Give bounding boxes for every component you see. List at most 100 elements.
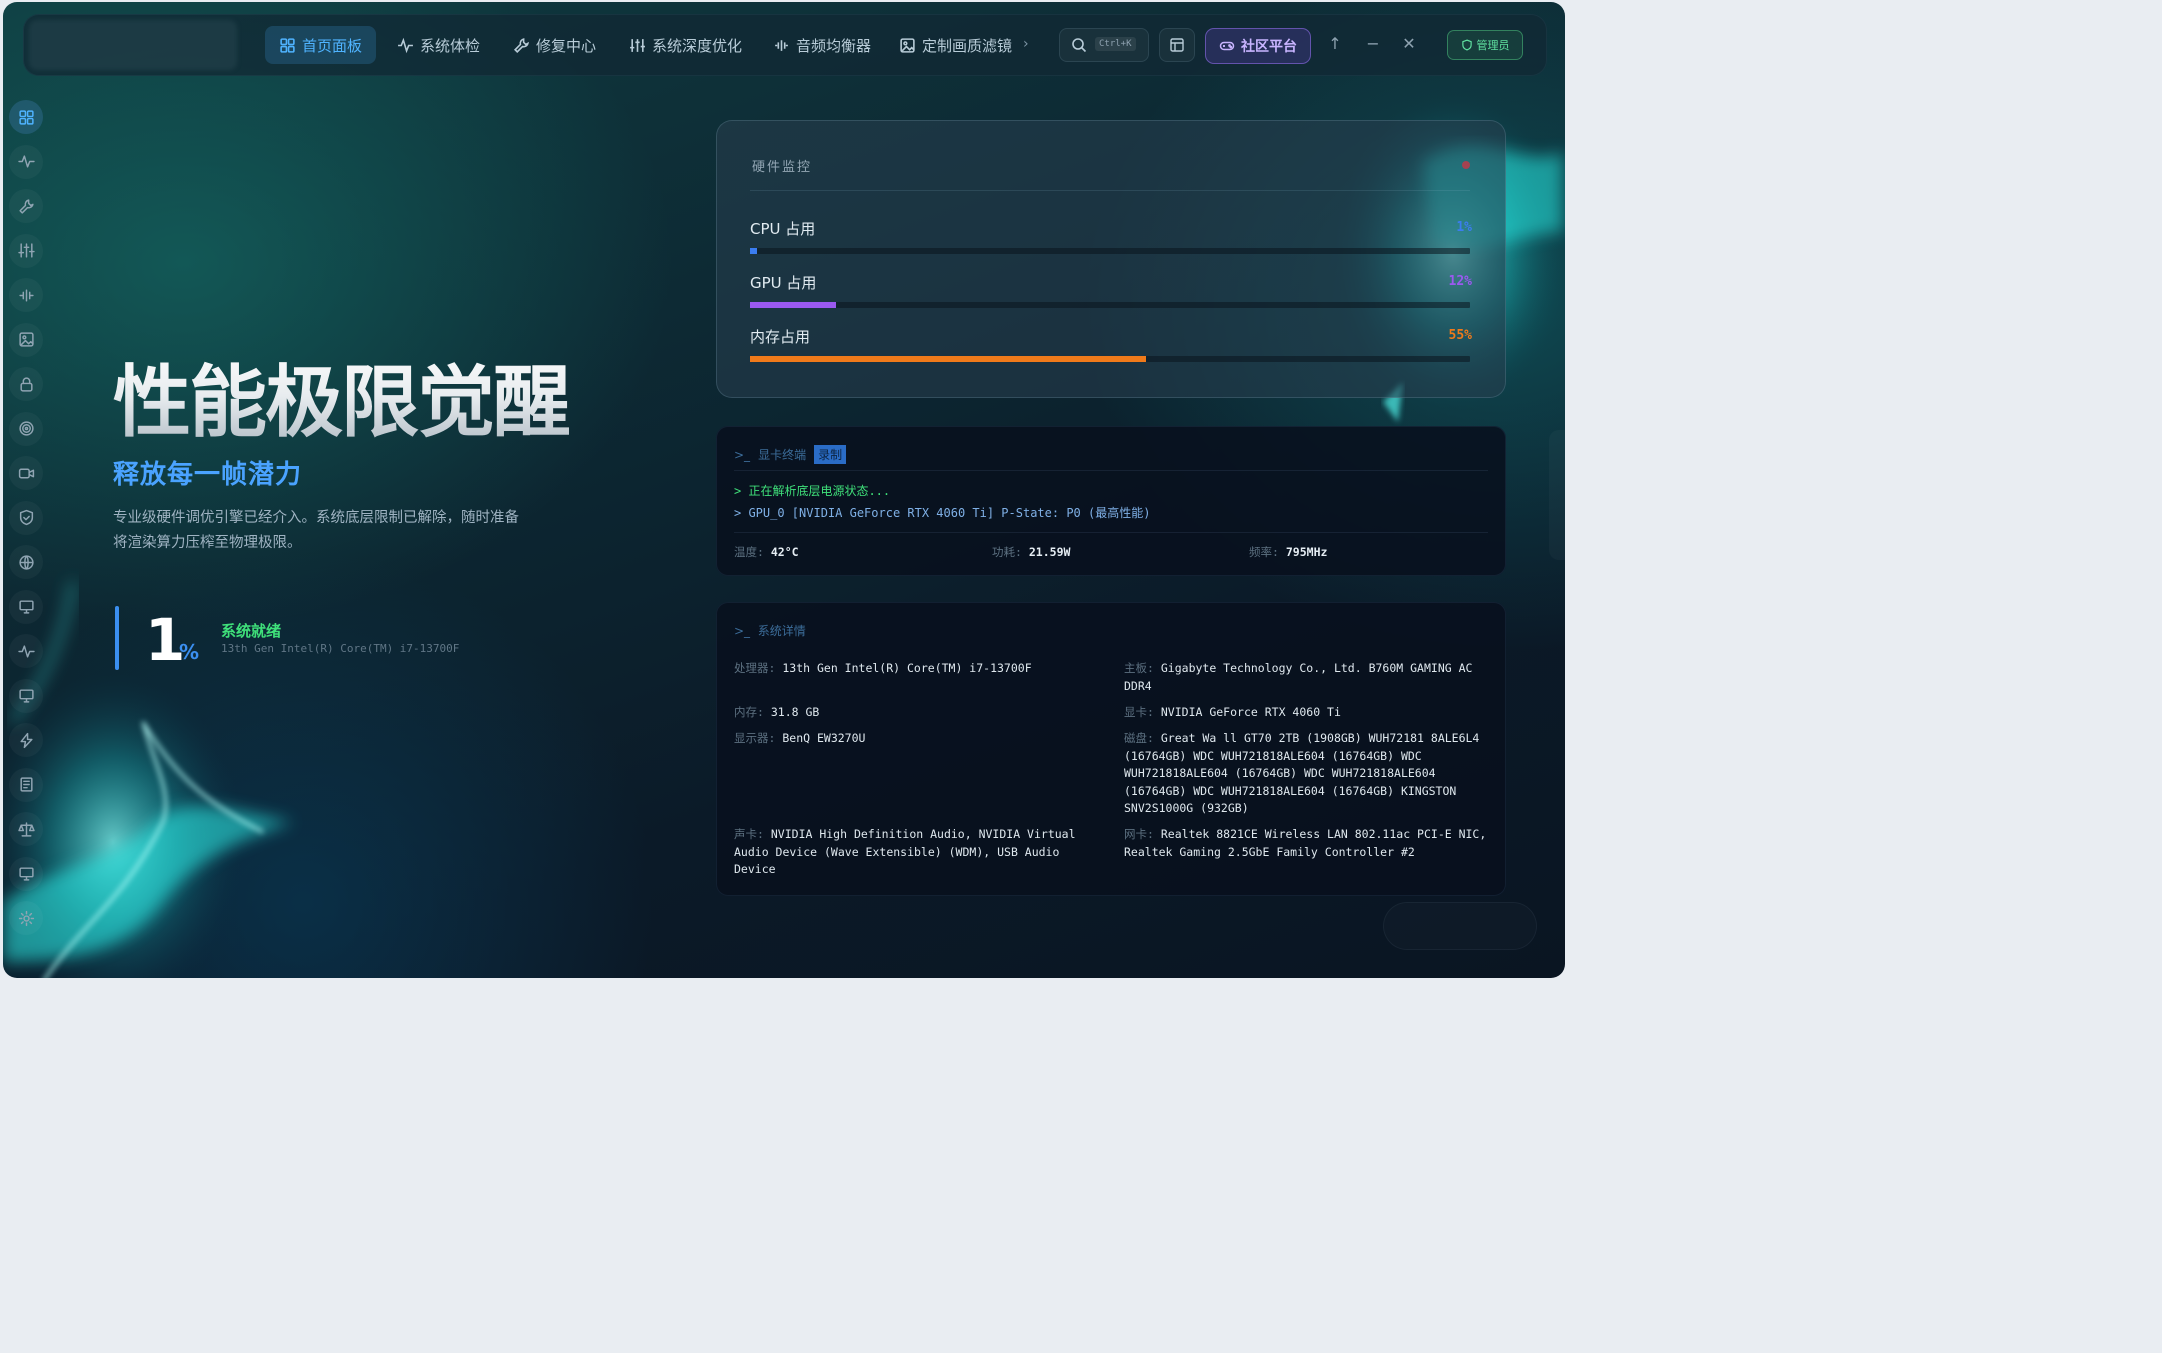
- detail-gpu: 显卡: NVIDIA GeForce RTX 4060 Ti: [1124, 704, 1490, 722]
- stat-accent-bar: [115, 606, 119, 670]
- sidebar-item-equalizer[interactable]: [9, 278, 43, 312]
- detail-disks: 磁盘: Great Wa ll GT70 2TB (1908GB) WUH721…: [1124, 730, 1490, 814]
- detail-key: 网卡:: [1124, 827, 1154, 841]
- detail-memory: 内存: 31.8 GB: [734, 704, 1094, 722]
- detail-value: BenQ EW3270U: [782, 731, 866, 745]
- sidebar: [9, 100, 45, 935]
- sidebar-item-monitor[interactable]: [9, 678, 43, 713]
- sidebar-item-monitor[interactable]: [9, 589, 43, 624]
- system-details-panel: >_ 系统详情 处理器: 13th Gen Intel(R) Core(TM) …: [716, 602, 1506, 896]
- gpu-usage-track: [750, 302, 1470, 308]
- app-window: 首页面板 系统体检 修复中心 系统深度优化 音频均衡器 定制画质滤镜 › Ctr…: [3, 2, 1565, 978]
- sidebar-item-pulse[interactable]: [9, 634, 43, 668]
- sidebar-item-scale[interactable]: [9, 812, 43, 846]
- monitor-icon: [18, 867, 34, 881]
- search-shortcut-hint: Ctrl+K: [1095, 37, 1136, 51]
- minimize-icon[interactable]: −: [1363, 34, 1383, 53]
- sidebar-item-pulse[interactable]: [9, 144, 43, 179]
- sidebar-item-shield[interactable]: [9, 500, 43, 535]
- detail-value: Gigabyte Technology Co., Ltd. B760M GAMI…: [1124, 661, 1473, 693]
- side-drawer-handle[interactable]: [1549, 430, 1565, 560]
- sidebar-item-gear[interactable]: [9, 901, 43, 935]
- nav-tab-label: 音频均衡器: [796, 36, 872, 55]
- shield-icon: [1461, 39, 1472, 51]
- sidebar-item-wrench[interactable]: [9, 189, 43, 223]
- sidebar-item-monitor[interactable]: [9, 856, 43, 891]
- app-logo: [29, 20, 237, 70]
- sidebar-item-list[interactable]: [9, 767, 43, 802]
- nav-tab-deep-optimize[interactable]: 系统深度优化: [615, 26, 756, 64]
- sidebar-item-target[interactable]: [9, 411, 43, 446]
- terminal-prompt-icon: >_: [734, 624, 751, 638]
- video-icon: [18, 468, 34, 478]
- scale-icon: [17, 821, 35, 837]
- detail-value: Great Wa ll GT70 2TB (1908GB) WUH72181 8…: [1124, 731, 1480, 814]
- divider: [734, 470, 1488, 471]
- target-icon: [18, 421, 34, 436]
- gpu-temperature: 温度: 42°C: [734, 544, 799, 560]
- nav-tab-label: 定制画质滤镜: [922, 36, 1013, 55]
- detail-display: 显示器: BenQ EW3270U: [734, 730, 1094, 748]
- memory-usage-track: [750, 356, 1470, 362]
- sidebar-item-grid[interactable]: [9, 100, 43, 134]
- detail-value: NVIDIA High Definition Audio, NVIDIA Vir…: [734, 827, 1076, 876]
- pulse-icon: [398, 37, 413, 53]
- record-badge[interactable]: 录制: [814, 445, 847, 464]
- terminal-header: >_ 显卡终端 录制: [734, 445, 847, 464]
- detail-value: 13th Gen Intel(R) Core(TM) i7-13700F: [782, 661, 1032, 675]
- gpu-usage-label: GPU 占用: [750, 274, 817, 292]
- status-dot: [1462, 161, 1470, 169]
- detail-key: 主板:: [1124, 661, 1154, 675]
- grid-icon: [18, 109, 34, 125]
- nav-tab-dashboard[interactable]: 首页面板: [265, 26, 377, 64]
- stat-value: 42°C: [770, 545, 799, 559]
- panel-header: >_ 系统详情: [734, 622, 806, 639]
- detail-value: 31.8 GB: [770, 705, 820, 719]
- nav-tab-image-filter[interactable]: 定制画质滤镜: [885, 26, 1026, 64]
- sidebar-item-lock[interactable]: [9, 367, 43, 401]
- floating-action-placeholder[interactable]: [1383, 902, 1537, 950]
- gpu-power: 功耗: 21.59W: [992, 544, 1070, 560]
- hero-description: 专业级硬件调优引擎已经介入。系统底层限制已解除，随时准备将渲染算力压榨至物理极限…: [113, 510, 519, 551]
- nav-tab-system-check[interactable]: 系统体检: [383, 26, 494, 64]
- gpu-terminal-panel: >_ 显卡终端 录制 > 正在解析底层电源状态... > GPU_0 [NVID…: [716, 426, 1506, 576]
- panel-title: 系统详情: [757, 624, 806, 638]
- stat-value: 21.59W: [1028, 545, 1071, 559]
- arrow-up-icon[interactable]: ↑: [1325, 34, 1345, 53]
- sliders-icon: [17, 243, 35, 258]
- equalizer-icon: [775, 39, 788, 51]
- admin-badge[interactable]: 管理员: [1447, 30, 1523, 60]
- close-icon[interactable]: ✕: [1399, 34, 1419, 53]
- detail-motherboard: 主板: Gigabyte Technology Co., Ltd. B760M …: [1124, 660, 1490, 695]
- detail-network: 网卡: Realtek 8821CE Wireless LAN 802.11ac…: [1124, 826, 1490, 861]
- gear-icon: [18, 910, 34, 926]
- detail-processor: 处理器: 13th Gen Intel(R) Core(TM) i7-13700…: [734, 660, 1094, 678]
- detail-key: 显卡:: [1124, 705, 1154, 719]
- memory-usage-label: 内存占用: [750, 328, 811, 346]
- search-button[interactable]: Ctrl+K: [1059, 28, 1149, 62]
- layout-toggle-button[interactable]: [1159, 28, 1195, 62]
- community-platform-button[interactable]: 社区平台: [1205, 28, 1311, 64]
- sidebar-item-image[interactable]: [9, 322, 43, 357]
- detail-key: 处理器:: [734, 661, 776, 675]
- nav-tab-audio-equalizer[interactable]: 音频均衡器: [759, 26, 885, 64]
- cpu-usage-label: CPU 占用: [750, 220, 816, 238]
- nav-tab-repair-center[interactable]: 修复中心: [499, 26, 610, 64]
- sidebar-item-video[interactable]: [9, 456, 43, 490]
- nav-tab-label: 修复中心: [536, 36, 597, 55]
- system-status: 系统就绪: [221, 622, 282, 640]
- sidebar-item-globe[interactable]: [9, 545, 43, 579]
- list-icon: [19, 777, 33, 792]
- monitor-icon: [18, 689, 34, 703]
- memory-usage-fill: [750, 356, 1146, 362]
- terminal-line: > GPU_0 [NVIDIA GeForce RTX 4060 Ti] P-S…: [734, 506, 1151, 520]
- sidebar-item-bolt[interactable]: [9, 723, 43, 757]
- divider: [734, 532, 1488, 533]
- hero-subtitle: 释放每一帧潜力: [113, 460, 303, 490]
- sidebar-item-sliders[interactable]: [9, 233, 43, 268]
- chevron-right-icon[interactable]: ›: [1023, 36, 1029, 52]
- pulse-icon: [17, 155, 35, 168]
- sliders-icon: [630, 38, 645, 52]
- detail-key: 显示器:: [734, 731, 776, 745]
- stat-key: 温度:: [734, 545, 764, 559]
